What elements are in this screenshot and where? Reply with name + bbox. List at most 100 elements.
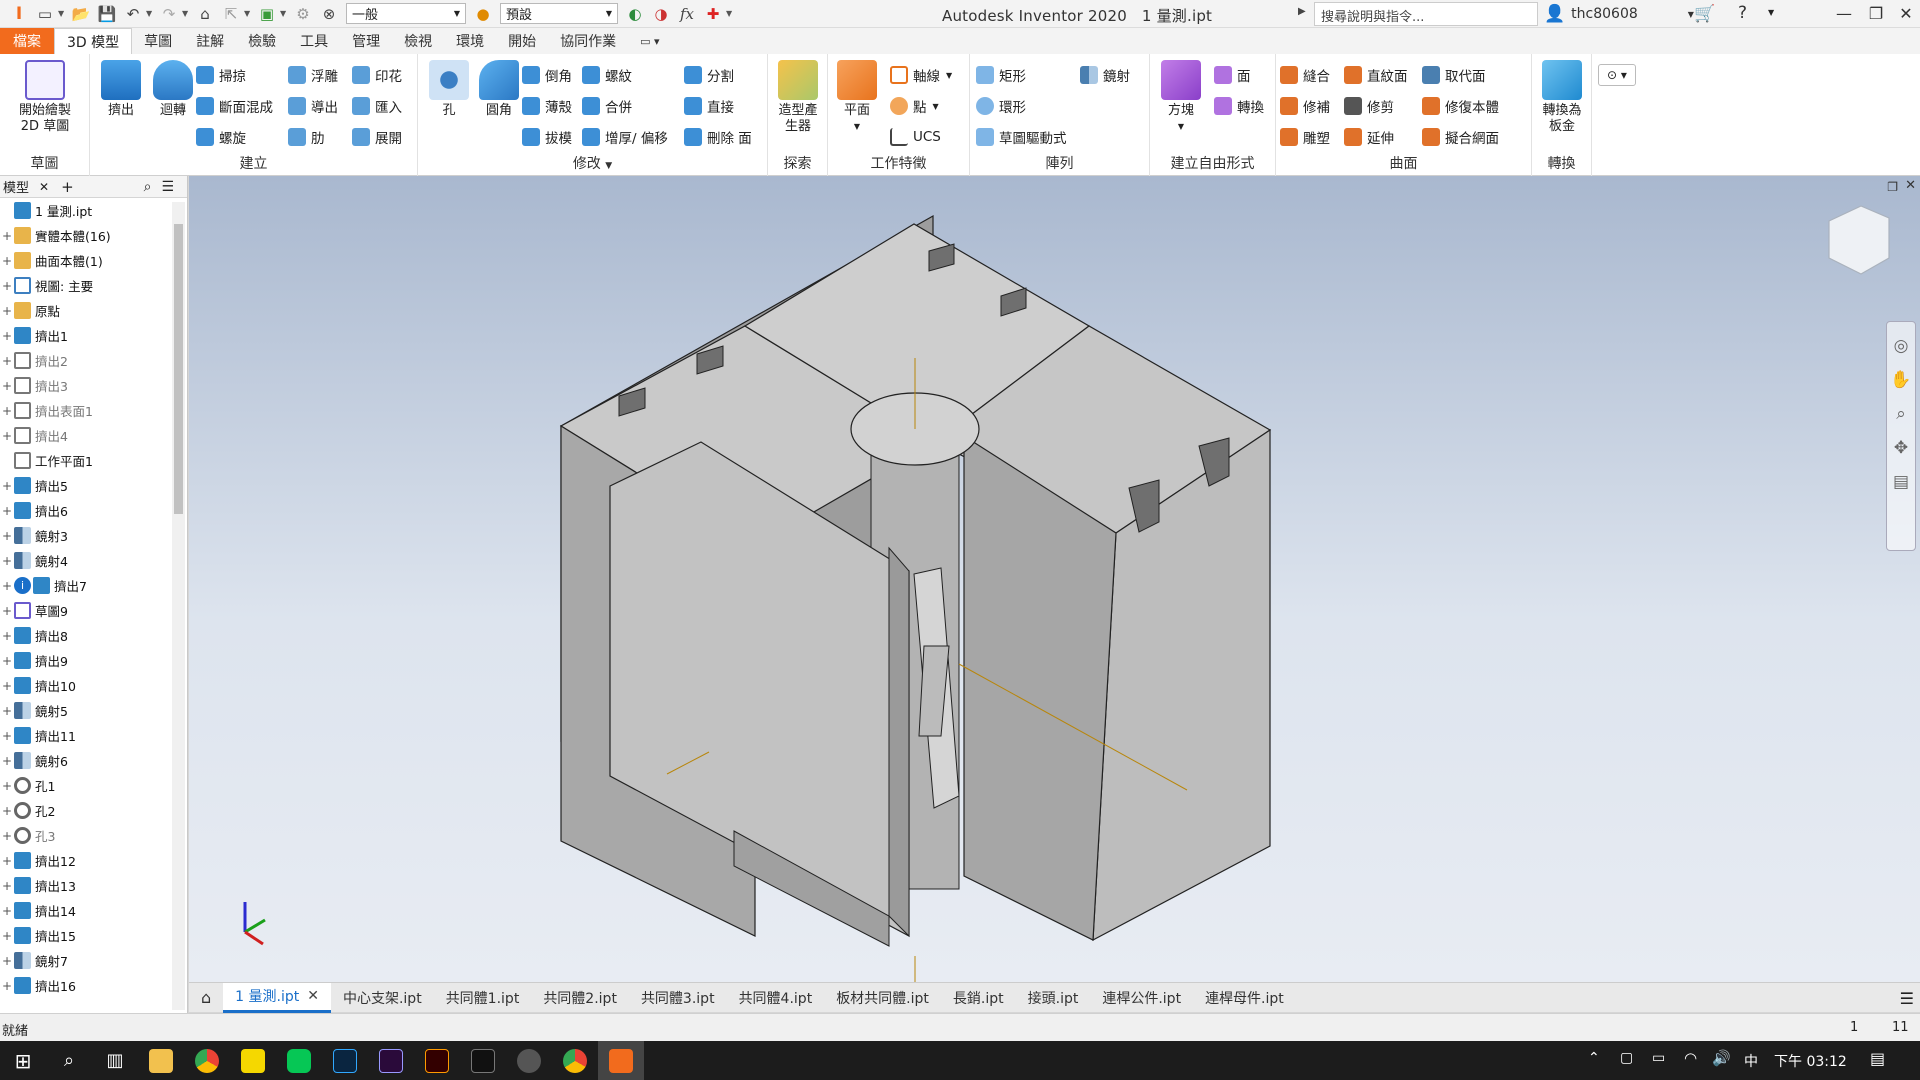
browser-tree-item[interactable]: + 擠出11 — [0, 723, 170, 748]
chrome-app[interactable] — [184, 1041, 230, 1080]
chamfer-button[interactable]: 倒角 — [522, 64, 572, 86]
draft-button[interactable]: 拔模 — [522, 126, 572, 148]
home-icon[interactable]: ⌂ — [194, 4, 216, 24]
restore-view-icon[interactable]: ❐ — [1887, 180, 1898, 194]
steering-wheel-icon[interactable]: ◎ — [1887, 336, 1915, 356]
sweep-button[interactable]: 掃掠 — [196, 64, 246, 86]
freeform-box-button[interactable]: 方塊 ▼ — [1154, 60, 1208, 135]
circular-pattern-button[interactable]: 環形 — [976, 95, 1026, 117]
pan-icon[interactable]: ✋ — [1887, 370, 1915, 390]
browser-tree-item[interactable]: + 擠出12 — [0, 848, 170, 873]
expand-icon[interactable]: + — [0, 429, 14, 443]
browser-tree-item[interactable]: + 鏡射6 — [0, 748, 170, 773]
coil-button[interactable]: 螺旋 — [196, 126, 246, 148]
expand-icon[interactable]: + — [0, 704, 14, 718]
browser-tree-item[interactable]: + 孔1 — [0, 773, 170, 798]
browser-tree-item[interactable]: + 擠出14 — [0, 898, 170, 923]
chevron-down-icon[interactable]: ▼ — [146, 9, 156, 18]
browser-tree-item[interactable]: + 擠出8 — [0, 623, 170, 648]
sticky-notes-app[interactable] — [230, 1041, 276, 1080]
chrome-app-2[interactable] — [552, 1041, 598, 1080]
tab-environments[interactable]: 環境 — [444, 28, 496, 54]
premiere-app[interactable] — [368, 1041, 414, 1080]
sketch-driven-pattern-button[interactable]: 草圖驅動式 — [976, 126, 1067, 148]
inventor-app[interactable] — [598, 1041, 644, 1080]
freeform-face-button[interactable]: 面 — [1214, 64, 1251, 86]
browser-tree-item[interactable]: + 擠出3 — [0, 373, 170, 398]
expand-icon[interactable]: + — [0, 929, 14, 943]
redo-icon[interactable]: ↷ — [158, 4, 180, 24]
illustrator-app[interactable] — [414, 1041, 460, 1080]
task-view-icon[interactable]: ▥ — [92, 1041, 138, 1080]
mirror-button[interactable]: 鏡射 — [1080, 64, 1130, 86]
tab-get-started[interactable]: 開始 — [496, 28, 548, 54]
close-icon[interactable]: ✕ — [307, 988, 319, 1004]
customize-icon[interactable]: ▼ — [726, 9, 736, 18]
style-combo[interactable]: 一般 ▼ — [346, 3, 466, 24]
browser-tree-item[interactable]: + 鏡射3 — [0, 523, 170, 548]
thicken-button[interactable]: 增厚/ 偏移 — [582, 126, 668, 148]
convert-to-sheet-metal-button[interactable]: 轉換為 板金 — [1535, 60, 1589, 135]
tray-device-icon[interactable]: ▢ — [1620, 1050, 1633, 1066]
fillet-button[interactable]: 圓角 — [472, 60, 526, 119]
3d-model-view[interactable] — [189, 176, 1920, 982]
minimize-icon[interactable]: — — [1830, 4, 1858, 24]
browser-tree-item[interactable]: + 曲面本體(1) — [0, 248, 170, 273]
expand-icon[interactable]: + — [0, 904, 14, 918]
browser-tree-item[interactable]: + 擠出10 — [0, 673, 170, 698]
browser-tree-item[interactable]: + 原點 — [0, 298, 170, 323]
chevron-down-icon[interactable]: ▼ — [280, 9, 290, 18]
expand-icon[interactable]: + — [0, 754, 14, 768]
expand-icon[interactable]: + — [0, 329, 14, 343]
cancel-icon[interactable]: ⊗ — [318, 4, 340, 24]
doc-tab[interactable]: 中心支架.ipt — [331, 983, 434, 1013]
restore-icon[interactable]: ❐ — [1862, 4, 1890, 24]
expand-icon[interactable]: + — [0, 829, 14, 843]
doc-tab[interactable]: 共同體2.ipt — [531, 983, 629, 1013]
doc-tab[interactable]: 共同體4.ipt — [727, 983, 825, 1013]
browser-tree-item[interactable]: + 擠出5 — [0, 473, 170, 498]
freeform-convert-button[interactable]: 轉換 — [1214, 95, 1264, 117]
emboss-button[interactable]: 浮雕 — [288, 64, 338, 86]
delete-face-button[interactable]: 刪除 面 — [684, 126, 752, 148]
chevron-down-icon[interactable]: ▼ — [244, 9, 254, 18]
help-search-input[interactable]: 搜尋說明與指令... — [1314, 2, 1538, 26]
browser-tree-item[interactable]: + 擠出9 — [0, 648, 170, 673]
expand-icon[interactable]: + — [0, 554, 14, 568]
tab-file[interactable]: 檔案 — [0, 28, 54, 54]
expand-icon[interactable]: + — [0, 279, 14, 293]
windows-start-icon[interactable]: ⊞ — [0, 1041, 46, 1080]
inventor-logo-icon[interactable]: I — [8, 4, 30, 24]
update-icon[interactable]: ▣ — [256, 4, 278, 24]
browser-tree-item[interactable]: + 擠出13 — [0, 873, 170, 898]
rib-button[interactable]: 肋 — [288, 126, 325, 148]
browser-tree-item[interactable]: + 視圖: 主要 — [0, 273, 170, 298]
shell-button[interactable]: 薄殼 — [522, 95, 572, 117]
browser-tree-item[interactable]: + 孔3 — [0, 823, 170, 848]
chevron-down-icon[interactable]: ▼ — [58, 9, 68, 18]
menu-icon[interactable]: ☰ — [1900, 989, 1914, 1008]
sculpt-button[interactable]: 雕塑 — [1280, 126, 1330, 148]
derive-button[interactable]: 導出 — [288, 95, 338, 117]
browser-tree-item[interactable]: + 孔2 — [0, 798, 170, 823]
plane-button[interactable]: 平面 ▼ — [830, 60, 884, 135]
tab-annotate[interactable]: 註解 — [184, 28, 236, 54]
fit-mesh-face-button[interactable]: 擬合網面 — [1422, 126, 1499, 148]
select-icon[interactable]: ⇱ — [220, 4, 242, 24]
ribbon-options-icon[interactable]: ▭ ▾ — [628, 28, 671, 54]
help-icon[interactable]: ? — [1738, 3, 1747, 23]
doc-tab[interactable]: 板材共同體.ipt — [824, 983, 941, 1013]
search-icon[interactable]: ⌕ — [46, 1041, 92, 1080]
wifi-icon[interactable]: ◠ — [1684, 1049, 1697, 1067]
save-icon[interactable]: 💾 — [96, 4, 118, 24]
browser-tree-item[interactable]: + 擠出15 — [0, 923, 170, 948]
zoom-icon[interactable]: ⌕ — [1887, 404, 1915, 424]
shape-generator-button[interactable]: 造型產生器 — [771, 60, 825, 135]
tab-inspect[interactable]: 檢驗 — [236, 28, 288, 54]
doc-tab[interactable]: 連桿母件.ipt — [1193, 983, 1296, 1013]
add-icon[interactable]: + — [61, 178, 74, 196]
viewcube[interactable] — [1828, 205, 1890, 275]
new-file-icon[interactable]: ▭ — [34, 4, 56, 24]
revolve-button[interactable]: 迴轉 — [146, 60, 200, 119]
look-at-icon[interactable]: ▤ — [1887, 472, 1915, 492]
